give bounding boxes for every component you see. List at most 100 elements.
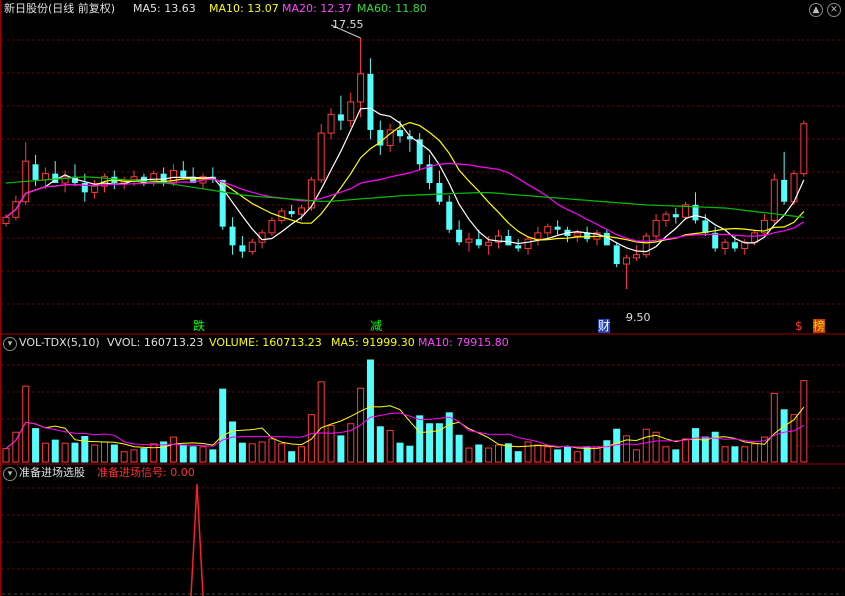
signal-spike — [190, 483, 204, 596]
volume-bar — [701, 436, 709, 463]
vvol-legend: VVOL: 160713.23 — [107, 336, 204, 349]
candle — [377, 120, 384, 155]
ma10-legend: MA10: 13.07 — [209, 2, 279, 15]
volume-bar — [179, 444, 187, 463]
event-marker-jian[interactable]: 减 — [370, 319, 382, 333]
candle-body — [32, 164, 39, 180]
high-price-label: 17.55 — [332, 18, 364, 31]
candle-body — [544, 226, 552, 234]
volume-bar — [327, 425, 335, 463]
volume-bar — [751, 443, 759, 463]
vol-ma10-legend: MA10: 79915.80 — [418, 336, 509, 349]
candle-body — [515, 245, 522, 249]
candle-body — [239, 245, 246, 252]
signal-panel-menu-icon[interactable]: ▾ — [3, 467, 17, 481]
signal-indicator-title[interactable]: 准备进场选股 — [19, 466, 85, 480]
candle — [465, 232, 473, 252]
candle — [436, 170, 443, 205]
collapse-panel-icon[interactable]: ▲ — [809, 3, 823, 17]
candle-body — [623, 257, 631, 265]
volume-bar — [534, 444, 542, 463]
candle — [446, 195, 453, 233]
candle — [524, 235, 532, 255]
volume-bar — [258, 441, 266, 463]
candle-body — [248, 241, 256, 253]
candle-body — [781, 179, 788, 202]
candle-body — [317, 132, 325, 181]
candle-body — [2, 216, 10, 225]
event-marker-die[interactable]: 跌 — [193, 319, 205, 333]
candle-body — [712, 232, 719, 249]
candle — [71, 164, 78, 187]
volume-bar — [199, 446, 207, 463]
volume-bar — [248, 443, 256, 463]
volume-bar — [376, 426, 384, 463]
candle-body — [731, 242, 738, 249]
volume-bar — [386, 429, 394, 463]
candle — [347, 92, 355, 127]
candle-body — [130, 176, 138, 181]
volume-indicator-title[interactable]: VOL-TDX(5,10) — [19, 336, 100, 350]
volume-bar — [298, 446, 305, 463]
volume-bar — [682, 438, 690, 463]
candle — [692, 192, 699, 224]
event-marker-dollar[interactable]: $ — [795, 319, 803, 333]
volume-bar — [662, 446, 670, 463]
volume-bar — [563, 446, 571, 463]
candle-body — [446, 201, 453, 230]
volume-bar — [150, 443, 158, 463]
volume-bar — [2, 448, 10, 463]
candle-body — [662, 213, 670, 221]
event-marker-bang[interactable]: 榜 — [813, 319, 826, 333]
candle — [22, 142, 30, 205]
candle — [672, 207, 679, 224]
volume-bar — [800, 380, 808, 463]
volume-bar — [593, 446, 601, 463]
candle-body — [721, 241, 729, 249]
candle — [288, 204, 295, 218]
candle-body — [81, 182, 88, 193]
volume-bar — [426, 423, 434, 463]
candle — [386, 123, 394, 152]
volume-bar — [603, 440, 611, 463]
volume-bar — [278, 443, 286, 463]
candle — [554, 220, 561, 236]
volume-bar — [485, 447, 493, 463]
volume-bar — [475, 444, 483, 463]
vol-ma5-legend: MA5: 91999.30 — [331, 336, 415, 349]
volume-bar — [573, 451, 581, 463]
ma60-legend: MA60: 11.80 — [357, 2, 427, 15]
volume-bar — [337, 435, 345, 463]
candle — [337, 95, 344, 130]
candle — [327, 108, 335, 140]
volume-bar — [731, 446, 739, 463]
candle — [515, 239, 522, 252]
volume-bar — [101, 441, 108, 463]
candle-body — [534, 232, 542, 240]
candle-body — [397, 129, 403, 137]
candle — [219, 179, 226, 230]
volume-bar — [495, 444, 502, 463]
candle — [613, 242, 620, 268]
candle-body — [652, 219, 660, 237]
volume-bar — [130, 449, 138, 463]
candle-body — [632, 254, 640, 259]
candle-body — [180, 170, 187, 177]
candle — [239, 235, 246, 258]
ma20-legend: MA20: 12.37 — [282, 2, 352, 15]
candle-body — [436, 182, 443, 202]
candle — [81, 173, 88, 202]
candle-body — [672, 214, 679, 218]
close-panel-icon[interactable]: ✕ — [827, 3, 841, 17]
event-marker-cai[interactable]: 财 — [598, 319, 611, 333]
candle-body — [475, 239, 482, 246]
volume-bar — [268, 438, 276, 463]
chart-window: 新日股份(日线 前复权) MA5: 13.63 MA10: 13.07 MA20… — [0, 0, 845, 596]
volume-bar — [741, 446, 749, 463]
volume-bar — [61, 442, 69, 463]
volume-bar — [41, 442, 49, 463]
volume-bar — [219, 388, 227, 463]
volume-bar — [583, 446, 591, 463]
volume-panel-menu-icon[interactable]: ▾ — [3, 337, 17, 351]
candle — [642, 232, 650, 258]
